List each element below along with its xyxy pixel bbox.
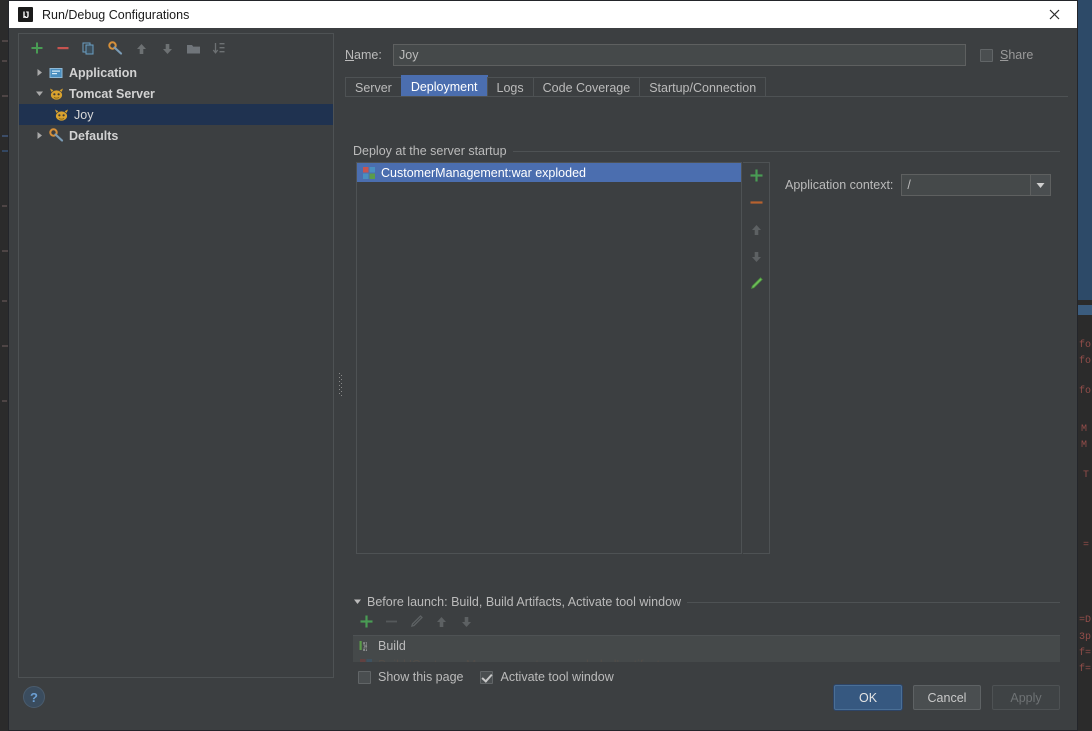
task-move-up-button[interactable] <box>433 613 449 629</box>
tree-item-joy[interactable]: Joy <box>19 104 333 125</box>
add-task-button[interactable] <box>358 613 374 629</box>
tree-item-label: Joy <box>74 107 94 122</box>
dialog-button-group: OK Cancel Apply <box>834 685 1060 710</box>
deployment-side-toolbar <box>743 162 770 554</box>
name-input[interactable] <box>393 44 966 66</box>
chevron-right-icon[interactable] <box>33 66 46 79</box>
add-configuration-button[interactable] <box>29 40 45 56</box>
remove-artifact-button[interactable] <box>748 194 765 211</box>
tab-code-coverage[interactable]: Code Coverage <box>532 77 641 97</box>
splitter-grip <box>339 373 342 397</box>
tree-toolbar <box>19 34 333 62</box>
remove-configuration-button[interactable] <box>55 40 71 56</box>
remove-task-button[interactable] <box>383 613 399 629</box>
application-context-combo[interactable]: / <box>901 174 1052 196</box>
screen: fo fo fo M M T = =D 3p f= f= IJ Run/Debu… <box>0 0 1092 731</box>
copy-configuration-button[interactable] <box>81 40 97 56</box>
move-artifact-up-button[interactable] <box>748 221 765 238</box>
move-artifact-down-button[interactable] <box>748 248 765 265</box>
deployment-list-item-label: CustomerManagement:war exploded <box>381 165 586 180</box>
editor-tabs: Server Deployment Logs Code Coverage Sta… <box>345 75 1068 97</box>
tree-item-defaults[interactable]: Defaults <box>19 125 333 146</box>
name-row: Name: Share <box>345 43 1068 67</box>
tree-item-application[interactable]: Application <box>19 62 333 83</box>
ok-button[interactable]: OK <box>834 685 902 710</box>
application-context-label: Application context: <box>785 178 894 192</box>
edit-artifact-button[interactable] <box>748 275 765 292</box>
build-icon: 01 10 01 <box>358 638 373 653</box>
share-checkbox-box[interactable] <box>980 48 993 62</box>
chevron-right-icon[interactable] <box>33 129 46 142</box>
before-launch-toolbar <box>358 613 474 629</box>
add-artifact-button[interactable] <box>748 167 765 184</box>
deployment-artifacts-list[interactable]: CustomerManagement:war exploded <box>356 162 742 554</box>
sort-icon[interactable] <box>211 40 227 56</box>
before-launch-task-list[interactable]: 01 10 01 Build <box>353 635 1060 662</box>
before-launch-header-label: Before launch: Build, Build Artifacts, A… <box>367 595 682 609</box>
configurations-tree-panel: Application Tomcat Server Joy Defaults <box>18 33 334 678</box>
tab-logs[interactable]: Logs <box>486 77 534 97</box>
name-label: Name: <box>345 48 382 62</box>
defaults-icon <box>48 128 64 144</box>
deploy-section-title: Deploy at the server startup <box>353 144 513 158</box>
tree-item-label: Tomcat Server <box>69 86 155 101</box>
tab-deployment[interactable]: Deployment <box>400 75 488 97</box>
deployment-tab-content: Deploy at the server startup CustomerMan… <box>345 96 1068 684</box>
tree-item-label: Application <box>69 65 138 80</box>
panel-splitter[interactable] <box>336 228 345 528</box>
run-debug-configurations-dialog: IJ Run/Debug Configurations Application … <box>8 0 1078 731</box>
dialog-titlebar: IJ Run/Debug Configurations <box>9 1 1077 28</box>
help-button[interactable]: ? <box>23 686 45 708</box>
tree-item-label: Defaults <box>69 128 119 143</box>
tomcat-icon <box>48 86 64 102</box>
dialog-footer: ? OK Cancel Apply <box>9 675 1077 730</box>
task-move-down-button[interactable] <box>458 613 474 629</box>
tomcat-icon <box>53 107 69 123</box>
artifact-icon <box>358 657 373 662</box>
svg-text:01: 01 <box>363 647 367 651</box>
chevron-down-icon[interactable] <box>33 87 46 100</box>
dialog-body: Application Tomcat Server Joy Defaults N… <box>9 28 1077 730</box>
tab-server[interactable]: Server <box>345 77 402 97</box>
triangle-down-icon[interactable] <box>353 595 362 609</box>
artifact-icon <box>361 165 376 180</box>
before-launch-task-label: Build <box>378 638 406 653</box>
application-context-row: Application context: / <box>785 174 1052 196</box>
intellij-logo-icon: IJ <box>18 7 33 22</box>
share-label: Share <box>1000 48 1034 62</box>
before-launch-task-label: Build 'CustomerManagement:war exploded' … <box>378 658 660 663</box>
application-icon <box>48 65 64 81</box>
share-checkbox[interactable]: Share <box>980 48 1068 62</box>
apply-button: Apply <box>992 685 1060 710</box>
tree-item-tomcat-server[interactable]: Tomcat Server <box>19 83 333 104</box>
before-launch-task-item[interactable]: Build 'CustomerManagement:war exploded' … <box>353 655 1060 662</box>
cancel-button[interactable]: Cancel <box>913 685 981 710</box>
before-launch-task-item[interactable]: 01 10 01 Build <box>353 636 1060 655</box>
configuration-editor-panel: Name: Share Server Deployment Logs Code … <box>345 33 1068 684</box>
arrow-down-icon[interactable] <box>159 40 175 56</box>
configurations-tree: Application Tomcat Server Joy Defaults <box>19 62 333 677</box>
deployment-list-item[interactable]: CustomerManagement:war exploded <box>357 163 741 182</box>
close-icon[interactable] <box>1031 1 1077 28</box>
wrench-icon[interactable] <box>107 40 123 56</box>
arrow-up-icon[interactable] <box>133 40 149 56</box>
edit-task-button[interactable] <box>408 613 424 629</box>
tab-startup-connection[interactable]: Startup/Connection <box>639 77 767 97</box>
chevron-down-icon[interactable] <box>1030 175 1051 195</box>
dialog-title: Run/Debug Configurations <box>42 7 190 22</box>
application-context-value: / <box>907 178 911 192</box>
before-launch-header[interactable]: Before launch: Build, Build Artifacts, A… <box>353 595 688 609</box>
folder-icon[interactable] <box>185 40 201 56</box>
